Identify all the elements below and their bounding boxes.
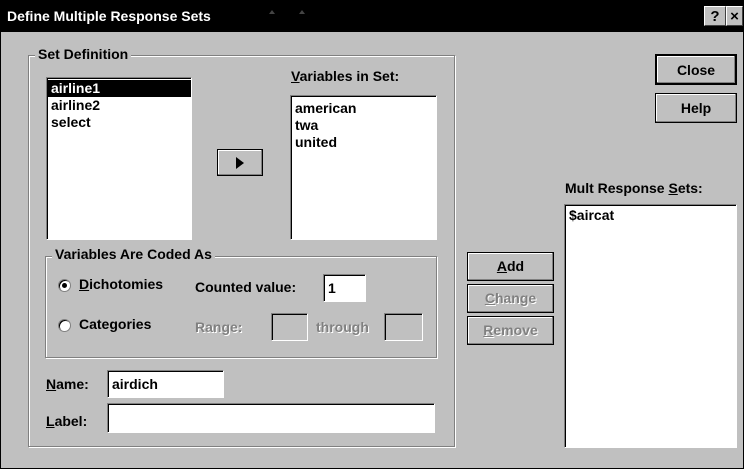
name-input[interactable]: airdich [107,370,224,398]
name-label: Name: [46,376,89,392]
mult-response-sets-list[interactable]: $aircat [564,204,737,448]
dichotomies-radio[interactable] [58,279,71,292]
remove-button[interactable]: Remove [467,316,554,345]
window-title: Define Multiple Response Sets [7,8,211,24]
set-definition-title: Set Definition [35,46,132,62]
list-item[interactable]: american [291,100,436,117]
counted-value-text: 1 [328,280,336,296]
define-multiple-response-sets-dialog: Define Multiple Response Sets ? × Set De… [0,0,744,469]
help-button[interactable]: Help [655,93,737,123]
right-arrow-icon [236,157,244,169]
variables-in-set-list[interactable]: american twa united [290,95,437,240]
list-item[interactable]: airline1 [47,80,191,97]
add-button[interactable]: Add [467,252,554,281]
source-variable-list[interactable]: airline1 airline2 select [46,77,192,240]
mult-response-sets-label: Mult Response Sets: [565,180,703,196]
title-bar[interactable]: Define Multiple Response Sets ? × [1,1,743,32]
radio-selected-dot [62,283,67,288]
list-item[interactable]: $aircat [565,207,736,224]
title-decoration-icon [269,10,275,14]
change-button[interactable]: Change [467,284,554,313]
window-close-button[interactable]: × [726,6,743,26]
title-decoration-icon [299,10,305,14]
name-input-text: airdich [112,376,158,392]
through-label: through [316,319,369,335]
range-from-input[interactable] [271,313,308,341]
close-button[interactable]: Close [655,54,737,85]
categories-label[interactable]: Categories [79,316,151,332]
counted-value-input[interactable]: 1 [323,274,366,302]
label-input[interactable] [107,403,435,433]
list-item[interactable]: select [47,114,191,131]
move-to-set-button[interactable] [217,149,263,176]
list-item[interactable]: twa [291,117,436,134]
range-to-input[interactable] [384,313,423,341]
counted-value-label: Counted value: [195,279,297,295]
coded-as-title: Variables Are Coded As [52,246,215,262]
list-item[interactable]: airline2 [47,97,191,114]
categories-radio[interactable] [58,319,71,332]
coded-as-group [45,256,437,358]
context-help-button[interactable]: ? [704,6,726,26]
dichotomies-label[interactable]: Dichotomies [79,276,163,292]
range-label: Range: [195,319,243,335]
variables-in-set-label: Variables in Set: [291,68,400,84]
list-item[interactable]: united [291,134,436,151]
label-label: Label: [46,413,88,429]
